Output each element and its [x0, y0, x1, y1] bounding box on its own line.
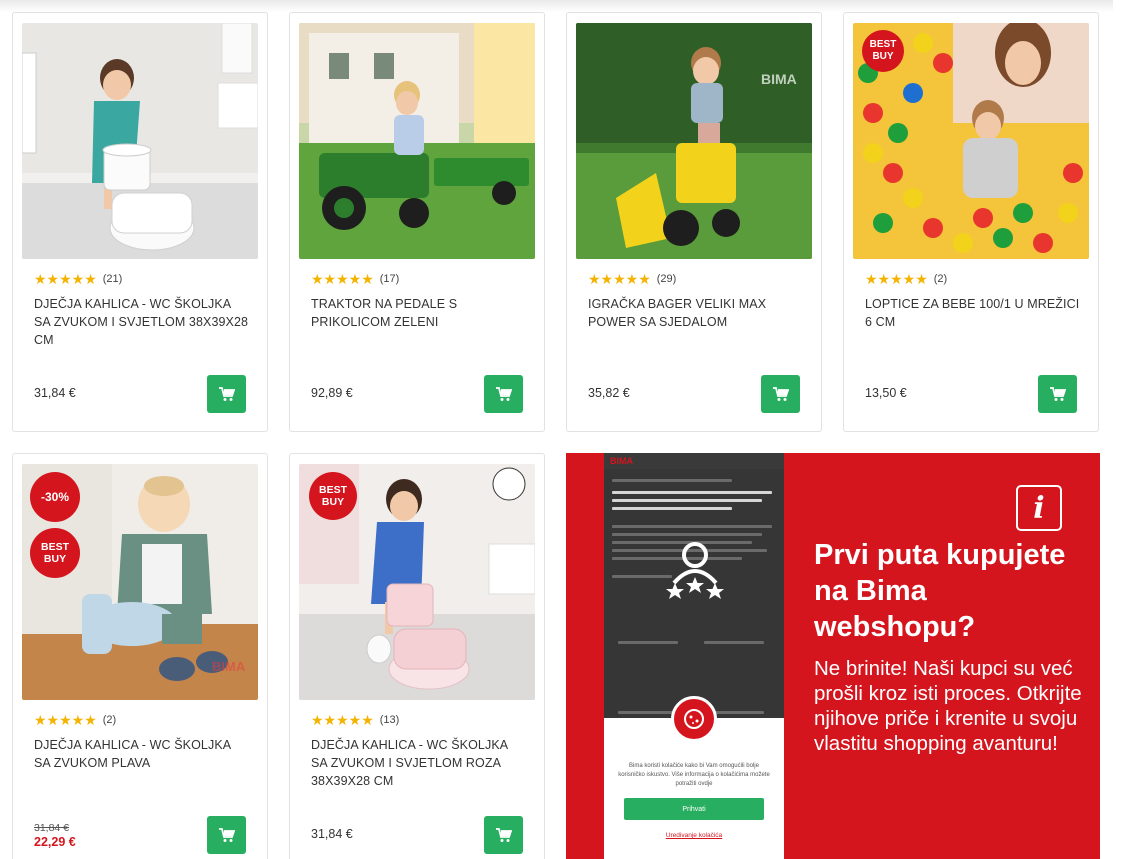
phone-text-line: [618, 711, 678, 714]
phone-text-line: [612, 507, 732, 510]
page-margin: [1113, 0, 1143, 859]
banner-headline: Prvi puta kupujete na Bima webshopu?: [814, 539, 1066, 643]
accept-cookies-button[interactable]: Prihvati: [624, 798, 764, 820]
product-card[interactable]: BEST BUY ★★★★★ (2) LOPTICE ZA BEBE 100/1…: [843, 12, 1099, 432]
info-icon: i: [1016, 485, 1062, 531]
add-to-cart-button[interactable]: [1038, 375, 1077, 413]
phone-text-line: [612, 479, 732, 482]
phone-logo: BIMA: [610, 456, 633, 466]
discount-badge: -30%: [30, 472, 80, 522]
product-card[interactable]: BIMA ★★★★★ (29) IGRAČKA BAGER VELIKI MAX…: [566, 12, 822, 432]
review-count: (29): [656, 273, 677, 285]
add-to-cart-button[interactable]: [484, 816, 523, 854]
phone-text-line: [618, 641, 678, 644]
sale-price: 22,29 €: [34, 835, 76, 849]
rating: ★★★★★ (2): [865, 272, 947, 286]
product-title[interactable]: IGRAČKA BAGER VELIKI MAX POWER SA SJEDAL…: [588, 295, 803, 331]
rating-stars: ★★★★★: [311, 271, 374, 287]
cart-icon: [495, 386, 512, 401]
product-image[interactable]: [22, 23, 258, 259]
top-shadow: [0, 0, 1143, 12]
product-price: 92,89 €: [311, 386, 353, 400]
rating-stars: ★★★★★: [34, 271, 97, 287]
phone-text-line: [704, 641, 764, 644]
product-card[interactable]: ★★★★★ (17) TRAKTOR NA PEDALE S PRIKOLICO…: [289, 12, 545, 432]
first-time-buyer-banner[interactable]: BIMA Bima koristi kolačiće kako bi Vam o…: [566, 453, 1100, 859]
cart-icon: [772, 386, 789, 401]
cookie-popup: Bima koristi kolačiće kako bi Vam omoguć…: [604, 696, 784, 859]
review-count: (17): [379, 273, 400, 285]
rating-stars: ★★★★★: [311, 712, 374, 728]
review-count: (2): [933, 273, 948, 285]
add-to-cart-button[interactable]: [207, 375, 246, 413]
rating-stars: ★★★★★: [34, 712, 97, 728]
cart-icon: [495, 827, 512, 842]
rating: ★★★★★ (21): [34, 272, 122, 286]
product-image[interactable]: BIMA: [576, 23, 812, 259]
add-to-cart-button[interactable]: [207, 816, 246, 854]
phone-text-line: [612, 575, 672, 578]
rating-stars: ★★★★★: [865, 271, 928, 287]
old-price: 31,84 €: [34, 822, 70, 834]
rating: ★★★★★ (17): [311, 272, 399, 286]
add-to-cart-button[interactable]: [761, 375, 800, 413]
product-card[interactable]: BIMA -30% BEST BUY ★★★★★ (2) DJEČJA KAHL…: [12, 453, 268, 859]
product-price: 35,82 €: [588, 386, 630, 400]
product-title[interactable]: DJEČJA KAHLICA - WC ŠKOLJKA SA ZVUKOM PL…: [34, 736, 249, 772]
best-buy-badge: BEST BUY: [862, 30, 904, 72]
cookie-text: Bima koristi kolačiće kako bi Vam omoguć…: [618, 763, 770, 787]
product-title[interactable]: TRAKTOR NA PEDALE S PRIKOLICOM ZELENI: [311, 295, 526, 331]
product-image[interactable]: [299, 23, 535, 259]
product-price: 31,84 €: [34, 386, 76, 400]
image-watermark: BIMA: [761, 71, 797, 87]
phone-text-line: [612, 491, 772, 494]
banner-text: Ne brinite! Naši kupci su već prošli kro…: [814, 657, 1082, 755]
review-count: (21): [102, 273, 123, 285]
review-count: (2): [102, 714, 117, 726]
add-to-cart-button[interactable]: [484, 375, 523, 413]
product-title[interactable]: DJEČJA KAHLICA - WC ŠKOLJKA SA ZVUKOM I …: [311, 736, 526, 790]
phone-mockup: BIMA Bima koristi kolačiće kako bi Vam o…: [604, 453, 784, 859]
phone-text-line: [612, 499, 762, 502]
product-card[interactable]: BEST BUY ★★★★★ (13) DJEČJA KAHLICA - WC …: [289, 453, 545, 859]
phone-text-line: [612, 533, 762, 536]
best-buy-badge: BEST BUY: [30, 528, 80, 578]
phone-text-line: [612, 525, 772, 528]
user-rating-icon: [666, 542, 724, 599]
rating-stars: ★★★★★: [588, 271, 651, 287]
product-title[interactable]: DJEČJA KAHLICA - WC ŠKOLJKA SA ZVUKOM I …: [34, 295, 249, 349]
product-title[interactable]: LOPTICE ZA BEBE 100/1 U MREŽICI 6 CM: [865, 295, 1080, 331]
product-price: 31,84 €: [311, 827, 353, 841]
rating: ★★★★★ (2): [34, 713, 116, 727]
cart-icon: [218, 386, 235, 401]
rating: ★★★★★ (29): [588, 272, 676, 286]
product-card[interactable]: ★★★★★ (21) DJEČJA KAHLICA - WC ŠKOLJKA S…: [12, 12, 268, 432]
manage-cookies-link[interactable]: Uredivanje kolačića: [604, 832, 784, 839]
best-buy-badge: BEST BUY: [309, 472, 357, 520]
cart-icon: [1049, 386, 1066, 401]
product-price: 13,50 €: [865, 386, 907, 400]
cart-icon: [218, 827, 235, 842]
image-watermark: BIMA: [212, 659, 246, 674]
cookie-icon: [671, 696, 717, 742]
rating: ★★★★★ (13): [311, 713, 399, 727]
review-count: (13): [379, 714, 400, 726]
